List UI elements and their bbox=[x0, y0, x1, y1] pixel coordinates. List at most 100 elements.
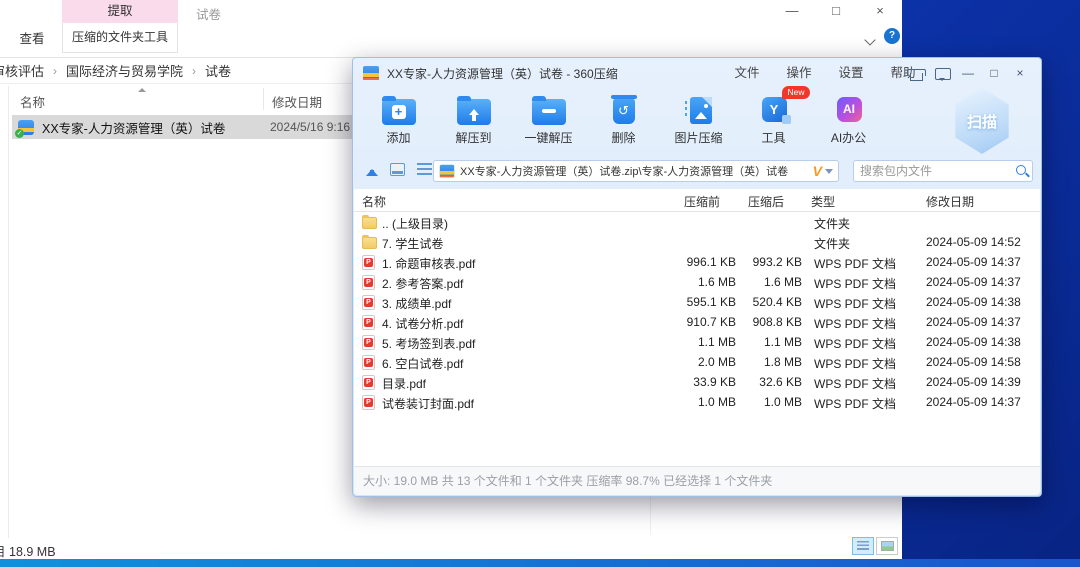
archive-row[interactable]: 2. 参考答案.pdf 1.6 MB 1.6 MB WPS PDF 文档 202… bbox=[354, 272, 1040, 292]
chevron-down-icon[interactable] bbox=[825, 169, 833, 178]
chevron-right-icon: › bbox=[192, 64, 196, 78]
maximize-icon[interactable]: □ bbox=[814, 0, 858, 22]
ai-office-button[interactable]: AI AI办公 bbox=[811, 88, 886, 156]
feedback-icon[interactable] bbox=[929, 58, 955, 88]
file-date: 2024-05-09 14:37 bbox=[926, 315, 1021, 329]
zip-address-row: XX专家-人力资源管理（英）试卷.zip\专家-人力资源管理（英）试卷 V bbox=[353, 158, 1041, 184]
menu-file[interactable]: 文件 bbox=[721, 58, 773, 88]
archive-row[interactable]: 6. 空白试卷.pdf 2.0 MB 1.8 MB WPS PDF 文档 202… bbox=[354, 352, 1040, 372]
help-icon[interactable]: ? bbox=[884, 28, 900, 44]
skin-theme-icon[interactable] bbox=[903, 58, 929, 88]
ribbon-tab-view[interactable]: 查看 bbox=[8, 26, 56, 52]
minimize-icon[interactable]: — bbox=[770, 0, 814, 22]
address-path-box[interactable]: XX专家-人力资源管理（英）试卷.zip\专家-人力资源管理（英）试卷 V bbox=[433, 160, 839, 182]
extract-to-button[interactable]: 解压到 bbox=[436, 88, 511, 156]
archive-row[interactable]: 目录.pdf 33.9 KB 32.6 KB WPS PDF 文档 2024-0… bbox=[354, 372, 1040, 392]
column-modified[interactable]: 修改日期 bbox=[926, 193, 974, 210]
file-date: 2024-05-09 14:37 bbox=[926, 255, 1021, 269]
size-after: 32.6 KB bbox=[706, 375, 802, 389]
archive-row[interactable]: 4. 试卷分析.pdf 910.7 KB 908.8 KB WPS PDF 文档… bbox=[354, 312, 1040, 332]
file-date: 2024-05-09 14:38 bbox=[926, 295, 1021, 309]
display-mode-icon[interactable] bbox=[390, 163, 405, 176]
ai-icon: AI bbox=[832, 95, 866, 125]
archive-row[interactable]: 试卷装订封面.pdf 1.0 MB 1.0 MB WPS PDF 文档 2024… bbox=[354, 392, 1040, 412]
file-type: WPS PDF 文档 bbox=[814, 255, 896, 272]
delete-button[interactable]: ↺ 删除 bbox=[586, 88, 661, 156]
taskbar-strip bbox=[0, 559, 1080, 567]
add-button[interactable]: + 添加 bbox=[361, 88, 436, 156]
tools-label: 工具 bbox=[761, 129, 785, 146]
delete-label: 删除 bbox=[611, 129, 635, 146]
ribbon-tab-extract[interactable]: 提取 bbox=[62, 0, 178, 23]
archive-row[interactable]: 3. 成绩单.pdf 595.1 KB 520.4 KB WPS PDF 文档 … bbox=[354, 292, 1040, 312]
list-view-icon[interactable] bbox=[417, 163, 432, 175]
minimize-icon[interactable]: — bbox=[955, 58, 981, 88]
file-type-icon bbox=[362, 275, 375, 290]
file-type: WPS PDF 文档 bbox=[814, 295, 896, 312]
tools-cube-icon: Y bbox=[757, 95, 791, 125]
details-view-button[interactable] bbox=[852, 537, 874, 555]
size-after: 993.2 KB bbox=[706, 255, 802, 269]
file-type: WPS PDF 文档 bbox=[814, 315, 896, 332]
file-type: WPS PDF 文档 bbox=[814, 335, 896, 352]
menu-actions[interactable]: 操作 bbox=[773, 58, 825, 88]
column-type[interactable]: 类型 bbox=[811, 193, 835, 210]
breadcrumb-item[interactable]: 审核评估 bbox=[0, 61, 44, 80]
thumbnail-view-button[interactable] bbox=[876, 537, 898, 555]
extract-to-label: 解压到 bbox=[455, 129, 491, 146]
file-name: 试卷装订封面.pdf bbox=[382, 395, 474, 412]
oneclick-folder-icon bbox=[532, 95, 566, 125]
maximize-icon[interactable]: □ bbox=[981, 58, 1007, 88]
file-type: WPS PDF 文档 bbox=[814, 355, 896, 372]
file-type: 文件夹 bbox=[814, 235, 850, 252]
selected-file-row[interactable]: XX专家-人力资源管理（英）试卷 2024/5/16 9:16 bbox=[12, 115, 358, 139]
nav-pane-divider bbox=[8, 86, 9, 538]
zip-title-bar: XX专家-人力资源管理（英）试卷 - 360压缩 文件 操作 设置 帮助 — □… bbox=[353, 58, 1041, 88]
close-icon[interactable]: × bbox=[1007, 58, 1033, 88]
column-header-modified[interactable]: 修改日期 bbox=[272, 92, 322, 111]
search-icon[interactable] bbox=[1015, 164, 1026, 178]
tools-button[interactable]: Y New 工具 bbox=[736, 88, 811, 156]
file-date: 2024-05-09 14:37 bbox=[926, 395, 1021, 409]
ribbon-tab-compressed-tools[interactable]: 压缩的文件夹工具 bbox=[62, 23, 178, 53]
search-input[interactable] bbox=[860, 164, 1015, 178]
scan-button[interactable]: 扫描 bbox=[951, 88, 1013, 154]
column-size-after[interactable]: 压缩后 bbox=[748, 193, 784, 210]
scan-label: 扫描 bbox=[967, 111, 997, 132]
file-name: 7. 学生试卷 bbox=[382, 235, 443, 252]
archive-row[interactable]: 7. 学生试卷 文件夹 2024-05-09 14:52 bbox=[354, 232, 1040, 252]
file-type: 文件夹 bbox=[814, 215, 850, 232]
archive-row[interactable]: 1. 命题审核表.pdf 996.1 KB 993.2 KB WPS PDF 文… bbox=[354, 252, 1040, 272]
one-click-extract-button[interactable]: 一键解压 bbox=[511, 88, 586, 156]
zip-file-icon bbox=[18, 120, 34, 135]
archive-row[interactable]: 5. 考场签到表.pdf 1.1 MB 1.1 MB WPS PDF 文档 20… bbox=[354, 332, 1040, 352]
column-size-before[interactable]: 压缩前 bbox=[684, 193, 720, 210]
archive-list-panel: 名称 压缩前 压缩后 类型 修改日期 .. (上级目录) 文件夹 7. 学生试卷… bbox=[354, 189, 1040, 466]
close-icon[interactable]: × bbox=[858, 0, 902, 22]
file-type-icon bbox=[362, 295, 375, 310]
new-badge: New bbox=[782, 86, 810, 99]
add-folder-icon: + bbox=[382, 95, 416, 125]
image-compress-button[interactable]: 图片压缩 bbox=[661, 88, 736, 156]
search-box[interactable] bbox=[853, 160, 1033, 182]
menu-settings[interactable]: 设置 bbox=[825, 58, 877, 88]
file-type-icon bbox=[362, 255, 375, 270]
size-after: 1.8 MB bbox=[706, 355, 802, 369]
file-name: 目录.pdf bbox=[382, 375, 426, 392]
menu-bar: 文件 操作 设置 帮助 bbox=[721, 58, 929, 88]
zip-window-controls: — □ × bbox=[903, 58, 1033, 88]
archive-row[interactable]: .. (上级目录) 文件夹 bbox=[354, 212, 1040, 232]
image-compress-label: 图片压缩 bbox=[674, 129, 722, 146]
up-directory-icon[interactable] bbox=[366, 162, 378, 176]
status-size: 18.9 MB bbox=[9, 545, 56, 559]
column-header-name[interactable]: 名称 bbox=[20, 92, 45, 111]
ribbon-collapse-icon[interactable] bbox=[864, 34, 875, 45]
ai-office-label: AI办公 bbox=[831, 129, 866, 146]
explorer-window-controls: — □ × bbox=[770, 0, 902, 22]
column-name[interactable]: 名称 bbox=[362, 193, 386, 210]
breadcrumb-item[interactable]: 国际经济与贸易学院 bbox=[66, 61, 183, 80]
chevron-right-icon: › bbox=[53, 64, 57, 78]
archive-icon bbox=[440, 165, 454, 178]
column-divider[interactable] bbox=[263, 88, 264, 110]
breadcrumb-item[interactable]: 试卷 bbox=[205, 61, 231, 80]
